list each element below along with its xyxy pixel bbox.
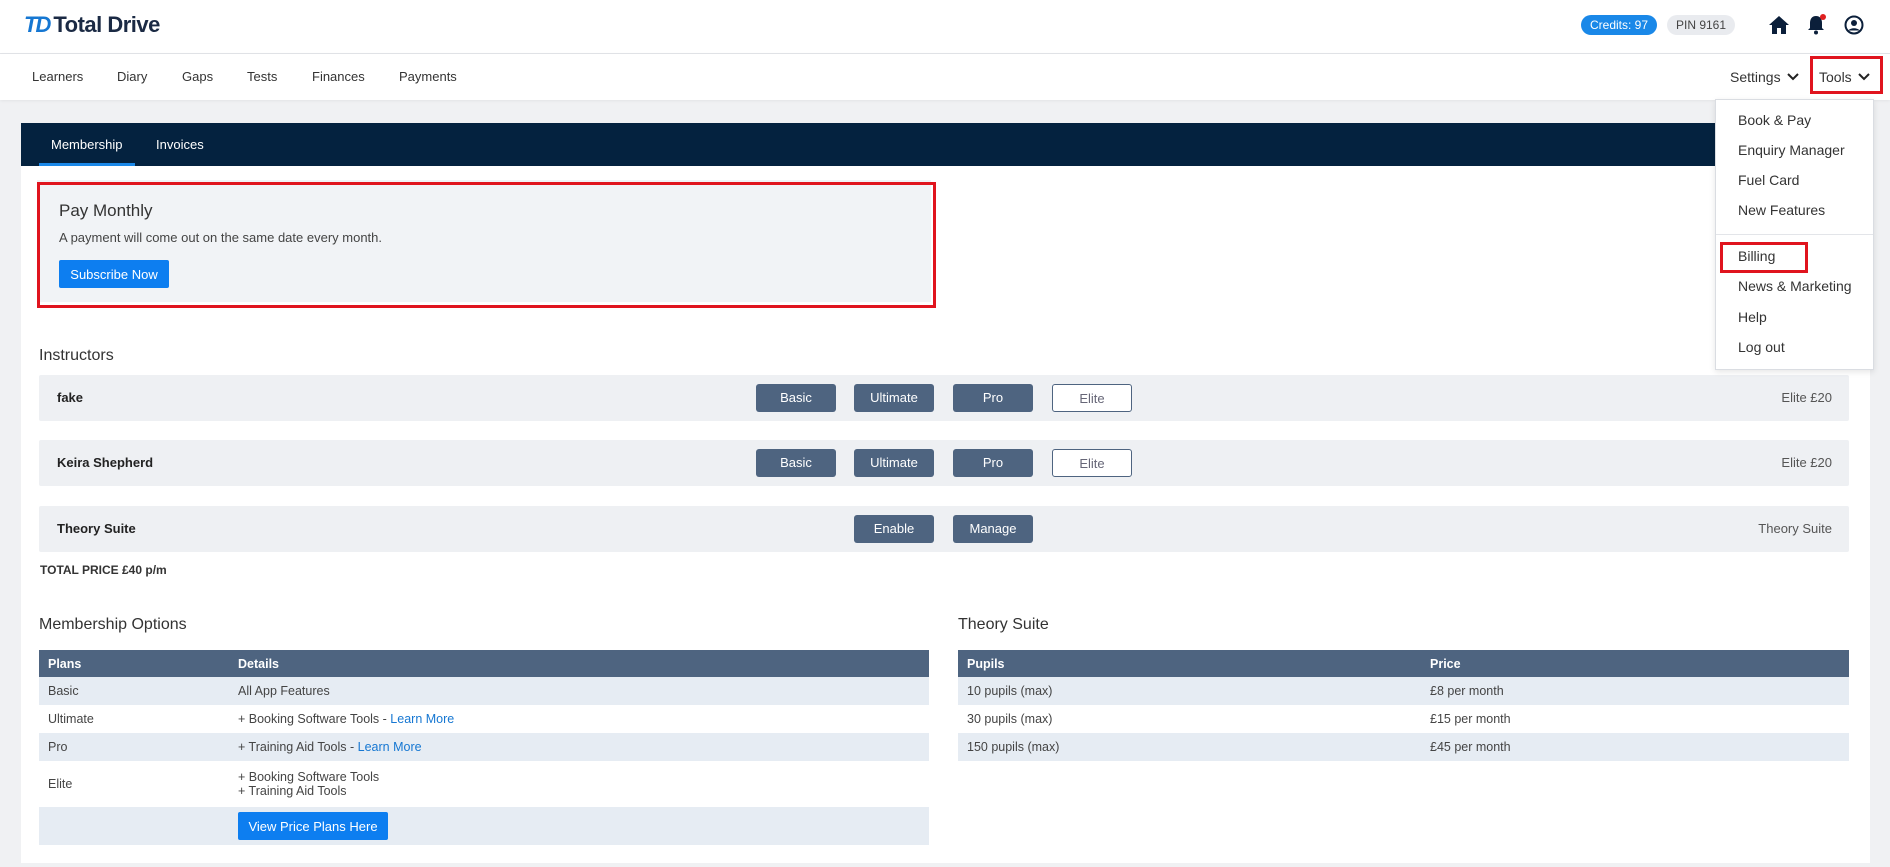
learn-more-link[interactable]: Learn More (390, 712, 454, 726)
nav-diary[interactable]: Diary (117, 54, 147, 100)
instructor-name: fake (57, 390, 84, 405)
price-cell: £45 per month (1421, 733, 1849, 761)
account-icon[interactable] (1842, 13, 1866, 37)
detail-cell: + Training Aid Tools - Learn More (229, 733, 929, 761)
table-row: Basic All App Features (39, 677, 929, 705)
total-price: TOTAL PRICE £40 p/m (40, 563, 167, 577)
plan-ultimate-button[interactable]: Ultimate (854, 449, 934, 477)
membership-options-table: Plans Details Basic All App Features Ult… (39, 650, 929, 845)
plan-cell: Elite (39, 761, 229, 807)
table-row: Pro + Training Aid Tools - Learn More (39, 733, 929, 761)
nav-gaps[interactable]: Gaps (182, 54, 213, 100)
logo-mark: TD (24, 12, 51, 37)
plan-cell: Basic (39, 677, 229, 705)
detail-text: + Training Aid Tools (238, 784, 347, 798)
credits-badge[interactable]: Credits: 97 (1581, 15, 1658, 35)
instructors-title: Instructors (39, 347, 114, 364)
tools-dropdown: Book & Pay Enquiry Manager Fuel Card New… (1715, 99, 1874, 370)
plan-basic-button[interactable]: Basic (756, 384, 836, 412)
table-row: Ultimate + Booking Software Tools - Lear… (39, 705, 929, 733)
detail-cell: + Booking Software Tools + Training Aid … (229, 761, 929, 807)
plan-ultimate-button[interactable]: Ultimate (854, 384, 934, 412)
membership-options-title: Membership Options (39, 616, 187, 633)
table-row: View Price Plans Here (39, 807, 929, 845)
detail-text: + Booking Software Tools - (238, 712, 391, 726)
table-row: 10 pupils (max) £8 per month (958, 677, 1849, 705)
billing-highlight (1720, 242, 1808, 273)
pupils-cell: 10 pupils (max) (958, 677, 1421, 705)
pupils-cell: 30 pupils (max) (958, 705, 1421, 733)
instructor-row: fake Basic Ultimate Pro Elite Elite £20 (39, 375, 1849, 421)
detail-text: + Training Aid Tools - (238, 740, 358, 754)
column-header: Pupils (958, 650, 1421, 677)
tab-membership[interactable]: Membership (51, 123, 123, 166)
column-header: Plans (39, 650, 229, 677)
pay-monthly-highlight (37, 182, 936, 308)
tools-highlight (1810, 56, 1883, 94)
top-bar: TD Total Drive Credits: 97 PIN 9161 (0, 0, 1890, 54)
plan-cell: Ultimate (39, 705, 229, 733)
plan-pro-button[interactable]: Pro (953, 449, 1033, 477)
active-tab-indicator (39, 163, 135, 166)
plan-elite-button[interactable]: Elite (1052, 384, 1132, 412)
bell-icon[interactable] (1804, 13, 1828, 37)
theory-suite-status: Theory Suite (1758, 521, 1832, 536)
learn-more-link[interactable]: Learn More (358, 740, 422, 754)
instructor-row: Keira Shepherd Basic Ultimate Pro Elite … (39, 440, 1849, 486)
tab-invoices[interactable]: Invoices (156, 123, 204, 166)
detail-cell: + Booking Software Tools - Learn More (229, 705, 929, 733)
current-plan: Elite £20 (1781, 455, 1832, 470)
enable-button[interactable]: Enable (854, 515, 934, 543)
table-row: 150 pupils (max) £45 per month (958, 733, 1849, 761)
manage-button[interactable]: Manage (953, 515, 1033, 543)
menu-item-log-out[interactable]: Log out (1738, 339, 1785, 355)
chevron-down-icon (1786, 73, 1799, 81)
settings-menu[interactable]: Settings (1730, 54, 1799, 100)
menu-divider (1716, 234, 1873, 235)
settings-label: Settings (1730, 69, 1781, 85)
nav-learners[interactable]: Learners (32, 54, 83, 100)
logo-text: Total Drive (53, 12, 160, 37)
main-nav: Learners Diary Gaps Tests Finances Payme… (0, 54, 1890, 100)
plan-pro-button[interactable]: Pro (953, 384, 1033, 412)
notification-dot (1820, 14, 1826, 20)
theory-suite-name: Theory Suite (57, 521, 136, 536)
nav-payments[interactable]: Payments (399, 54, 457, 100)
detail-cell: All App Features (229, 677, 929, 705)
nav-finances[interactable]: Finances (312, 54, 365, 100)
home-icon[interactable] (1767, 13, 1791, 37)
price-cell: £15 per month (1421, 705, 1849, 733)
nav-tests[interactable]: Tests (247, 54, 277, 100)
table-row: 30 pupils (max) £15 per month (958, 705, 1849, 733)
menu-item-help[interactable]: Help (1738, 309, 1767, 325)
current-plan: Elite £20 (1781, 390, 1832, 405)
menu-item-enquiry-manager[interactable]: Enquiry Manager (1738, 142, 1845, 158)
column-header: Price (1421, 650, 1849, 677)
menu-item-fuel-card[interactable]: Fuel Card (1738, 172, 1799, 188)
menu-item-new-features[interactable]: New Features (1738, 202, 1825, 218)
plan-basic-button[interactable]: Basic (756, 449, 836, 477)
pin-badge: PIN 9161 (1667, 15, 1736, 35)
instructor-name: Keira Shepherd (57, 455, 154, 470)
detail-text: + Booking Software Tools (238, 770, 380, 784)
pupils-cell: 150 pupils (max) (958, 733, 1421, 761)
theory-suite-table: Pupils Price 10 pupils (max) £8 per mont… (958, 650, 1849, 761)
plan-cell: Pro (39, 733, 229, 761)
menu-item-news-marketing[interactable]: News & Marketing (1738, 278, 1852, 294)
menu-item-book-pay[interactable]: Book & Pay (1738, 112, 1811, 128)
table-row: Elite + Booking Software Tools + Trainin… (39, 761, 929, 807)
tab-bar: Membership Invoices (21, 123, 1870, 166)
theory-suite-title: Theory Suite (958, 616, 1049, 633)
column-header: Details (229, 650, 929, 677)
theory-suite-row: Theory Suite Enable Manage Theory Suite (39, 506, 1849, 552)
logo[interactable]: TD Total Drive (24, 12, 160, 38)
price-cell: £8 per month (1421, 677, 1849, 705)
view-price-plans-button[interactable]: View Price Plans Here (238, 812, 388, 840)
plan-elite-button[interactable]: Elite (1052, 449, 1132, 477)
